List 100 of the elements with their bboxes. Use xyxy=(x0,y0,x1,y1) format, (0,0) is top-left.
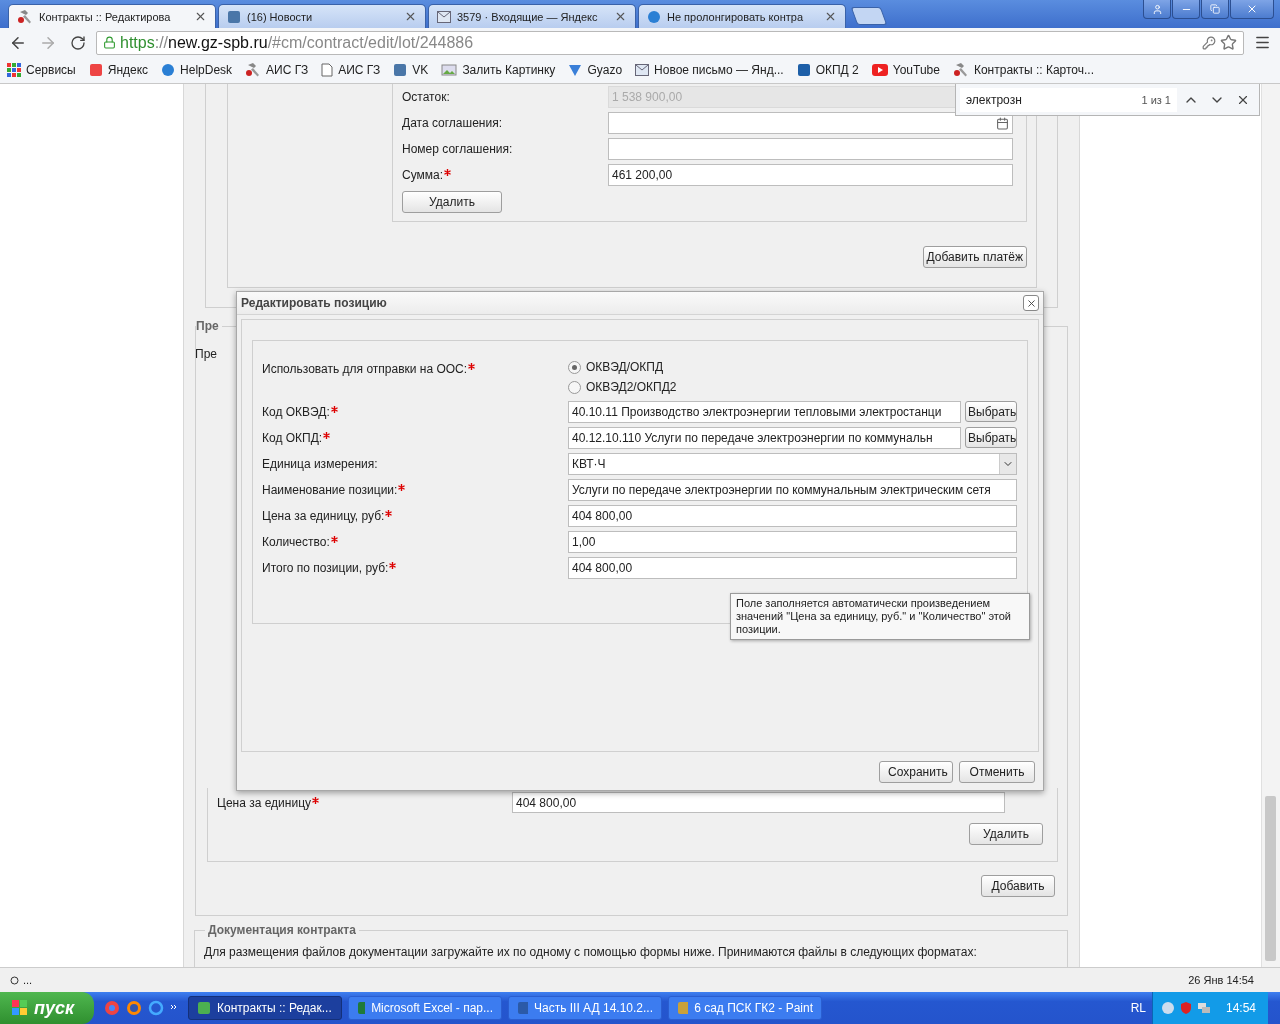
bookmark[interactable]: Залить Картинку xyxy=(441,63,556,77)
bookmark[interactable]: Gyazo xyxy=(568,63,623,77)
app-icon xyxy=(357,1001,366,1015)
address-bar[interactable]: https://new.gz-spb.ru/#cm/contract/edit/lot/244886 xyxy=(96,30,1244,55)
field-label: Цена за единицу, руб: xyxy=(262,509,568,523)
browser-tab[interactable]: Контракты :: Редактирова xyxy=(8,4,216,28)
calendar-icon[interactable] xyxy=(996,116,1009,130)
text-field[interactable]: 461 200,00 xyxy=(608,164,1013,186)
required-icon xyxy=(323,432,331,439)
close-icon[interactable] xyxy=(614,10,627,23)
field-label: Код ОКПД: xyxy=(262,431,568,445)
browser-tab[interactable]: (16) Новости xyxy=(218,4,426,28)
date-field[interactable] xyxy=(608,112,1013,134)
profile-button[interactable] xyxy=(1143,0,1171,19)
bookmark[interactable]: АИС ГЗ xyxy=(321,63,381,77)
document-icon xyxy=(321,63,334,77)
play-icon xyxy=(871,64,888,76)
section-legend: Пре xyxy=(196,319,222,333)
bookmark[interactable]: YouTube xyxy=(871,63,940,77)
envelope-icon xyxy=(635,64,650,76)
add-button[interactable]: Добавить xyxy=(981,875,1055,897)
select-button[interactable]: Выбрать xyxy=(965,401,1017,422)
taskbar-button[interactable]: Microsoft Excel - пар... xyxy=(348,996,502,1020)
scrollbar-thumb[interactable] xyxy=(1265,796,1276,961)
windows-flag-icon xyxy=(12,1000,28,1016)
close-button[interactable] xyxy=(1023,295,1039,311)
lock-icon xyxy=(103,36,116,49)
text-field[interactable]: 404 800,00 xyxy=(568,557,1017,579)
find-field[interactable]: электрозн 1 из 1 xyxy=(960,87,1177,112)
text-field[interactable]: 1,00 xyxy=(568,531,1017,553)
dialog-title: Редактировать позицию xyxy=(241,296,387,310)
section-legend: Документация контракта xyxy=(205,923,359,937)
radio-option[interactable]: ОКВЭД2/ОКПД2 xyxy=(568,380,1017,394)
bookmark[interactable]: АИС ГЗ xyxy=(245,62,309,78)
bookmark[interactable]: ОКПД 2 xyxy=(796,63,859,77)
bookmark[interactable]: Яндекс xyxy=(88,63,149,77)
radio-label: ОКВЭД/ОКПД xyxy=(586,360,664,374)
field-label: Номер соглашения: xyxy=(402,142,514,156)
reload-icon xyxy=(70,34,86,51)
star-icon[interactable] xyxy=(1220,34,1237,51)
required-icon xyxy=(330,536,338,543)
close-icon xyxy=(1025,297,1037,309)
select-button[interactable]: Выбрать xyxy=(965,427,1017,448)
close-icon[interactable] xyxy=(194,10,207,23)
square-logo-icon xyxy=(227,9,241,24)
hammer-icon xyxy=(245,62,262,78)
delete-button[interactable]: Удалить xyxy=(969,823,1043,845)
bookmark[interactable]: Новое письмо — Янд... xyxy=(635,63,784,77)
picture-icon xyxy=(441,64,458,76)
dialog-button[interactable]: Сохранить xyxy=(879,761,953,783)
field-label: Использовать для отправки на ООС: xyxy=(262,362,568,376)
text-field[interactable] xyxy=(608,138,1013,160)
chevron-icon[interactable] xyxy=(170,1004,178,1012)
required-icon xyxy=(398,484,406,491)
radio-button[interactable] xyxy=(568,380,581,394)
bookmark[interactable]: Контракты :: Карточ... xyxy=(952,62,1094,78)
bookmark[interactable]: VK xyxy=(393,63,429,77)
radio-label: ОКВЭД2/ОКПД2 xyxy=(586,380,677,394)
app-icon xyxy=(197,1001,211,1015)
text-field[interactable]: Услуги по передаче электроэнергии по коммунальным электрическим сетя xyxy=(568,479,1017,501)
radio-button[interactable] xyxy=(568,360,581,374)
browser-icon[interactable] xyxy=(148,1000,164,1016)
browser-tab[interactable]: 3579 · Входящие — Яндекс xyxy=(428,4,636,28)
unit-dropdown[interactable]: КВТ·Ч xyxy=(568,453,1017,475)
restore-button[interactable] xyxy=(1201,0,1229,19)
bookmark[interactable]: HelpDesk xyxy=(161,63,233,77)
taskbar-button[interactable]: Часть III АД 14.10.2... xyxy=(508,996,662,1020)
envelope-icon xyxy=(437,10,451,23)
key-icon[interactable] xyxy=(1202,35,1216,50)
browser-icon[interactable] xyxy=(126,1000,142,1016)
text-field[interactable]: 404 800,00 xyxy=(568,505,1017,527)
bookmark[interactable]: Сервисы xyxy=(7,63,76,77)
app-icon xyxy=(677,1001,689,1015)
field-label: Дата соглашения: xyxy=(402,116,503,130)
required-icon xyxy=(385,510,393,517)
required-icon xyxy=(312,796,319,804)
field-label: Единица измерения: xyxy=(262,457,379,471)
language-indicator[interactable]: RL xyxy=(1130,1001,1146,1015)
field-label: Количество: xyxy=(262,535,568,549)
taskbar-button[interactable]: Контракты :: Редак... xyxy=(188,996,342,1020)
delete-button[interactable]: Удалить xyxy=(402,191,502,213)
url-text: https://new.gz-spb.ru/#cm/contract/edit/lot/244886 xyxy=(120,33,475,52)
square-logo-icon xyxy=(393,63,408,77)
dialog-button[interactable]: Отменить xyxy=(959,761,1035,783)
taskbar-button[interactable]: 6 сад ПСК ГК2 - Paint xyxy=(668,996,822,1020)
minimize-button[interactable] xyxy=(1172,0,1200,19)
radio-option[interactable]: ОКВЭД/ОКПД xyxy=(568,360,1017,374)
browser-tab[interactable]: Не пролонгировать контра xyxy=(638,4,846,28)
code-field[interactable]: 40.10.11 Производство электроэнергии тепловыми электростанци xyxy=(568,401,961,423)
code-field[interactable]: 40.12.10.110 Услуги по передаче электроэнергии по коммунальн xyxy=(568,427,961,449)
close-icon[interactable] xyxy=(824,10,837,23)
text-field[interactable]: 404 800,00 xyxy=(512,792,1005,813)
menu-icon xyxy=(1253,34,1271,51)
close-icon[interactable] xyxy=(404,10,417,23)
scrollbar[interactable] xyxy=(1261,84,1280,967)
add-payment-button[interactable]: Добавить платёж xyxy=(922,246,1027,268)
network-icon[interactable] xyxy=(1196,1001,1211,1015)
section-text: Для размещения файлов документации загружайте их по одному с помощью формы ниже. Принимаются файлы в следующих форматах: xyxy=(204,945,978,959)
new-tab-button[interactable] xyxy=(850,7,888,25)
field-label: Цена за единицу xyxy=(217,795,512,810)
